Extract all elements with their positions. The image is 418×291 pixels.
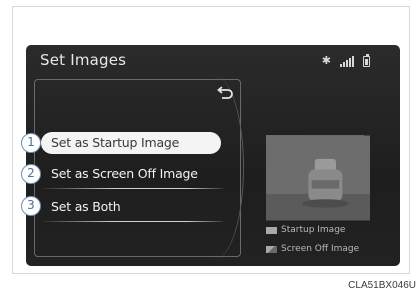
screen-title: Set Images [40,51,127,69]
menu-item-label: Set as Both [51,199,121,214]
menu-item-startup-image[interactable]: Set as Startup Image [41,132,221,154]
menu-item-label: Set as Screen Off Image [51,166,198,181]
item-divider [43,221,223,222]
menu-item-both[interactable]: Set as Both [41,196,223,222]
battery-icon [363,54,370,67]
return-arrow-icon [217,86,233,99]
legend-screen-off-label: Screen Off Image [281,244,360,254]
status-bar: ✱ [321,54,370,67]
callout-3: 3 [21,196,41,216]
image-preview [266,135,370,221]
menu-item-label: Set as Startup Image [51,135,180,150]
back-button[interactable] [216,85,234,99]
callout-1: 1 [21,133,41,153]
legend-startup: Startup Image [266,225,345,235]
signal-icon [340,56,354,67]
legend-startup-label: Startup Image [281,225,346,235]
figure-caption: CLA51BX046U [348,280,416,291]
display-screen: Set Images ✱ Set as Startup Image Set as… [26,45,400,266]
preview-image [266,135,370,221]
item-divider [43,188,223,189]
bluetooth-icon: ✱ [321,54,331,67]
menu-item-screen-off-image[interactable]: Set as Screen Off Image [41,163,223,189]
callout-2: 2 [21,164,41,184]
screen-off-swatch-icon [266,245,277,253]
legend-screen-off: Screen Off Image [266,244,359,254]
startup-swatch-icon [266,226,277,234]
